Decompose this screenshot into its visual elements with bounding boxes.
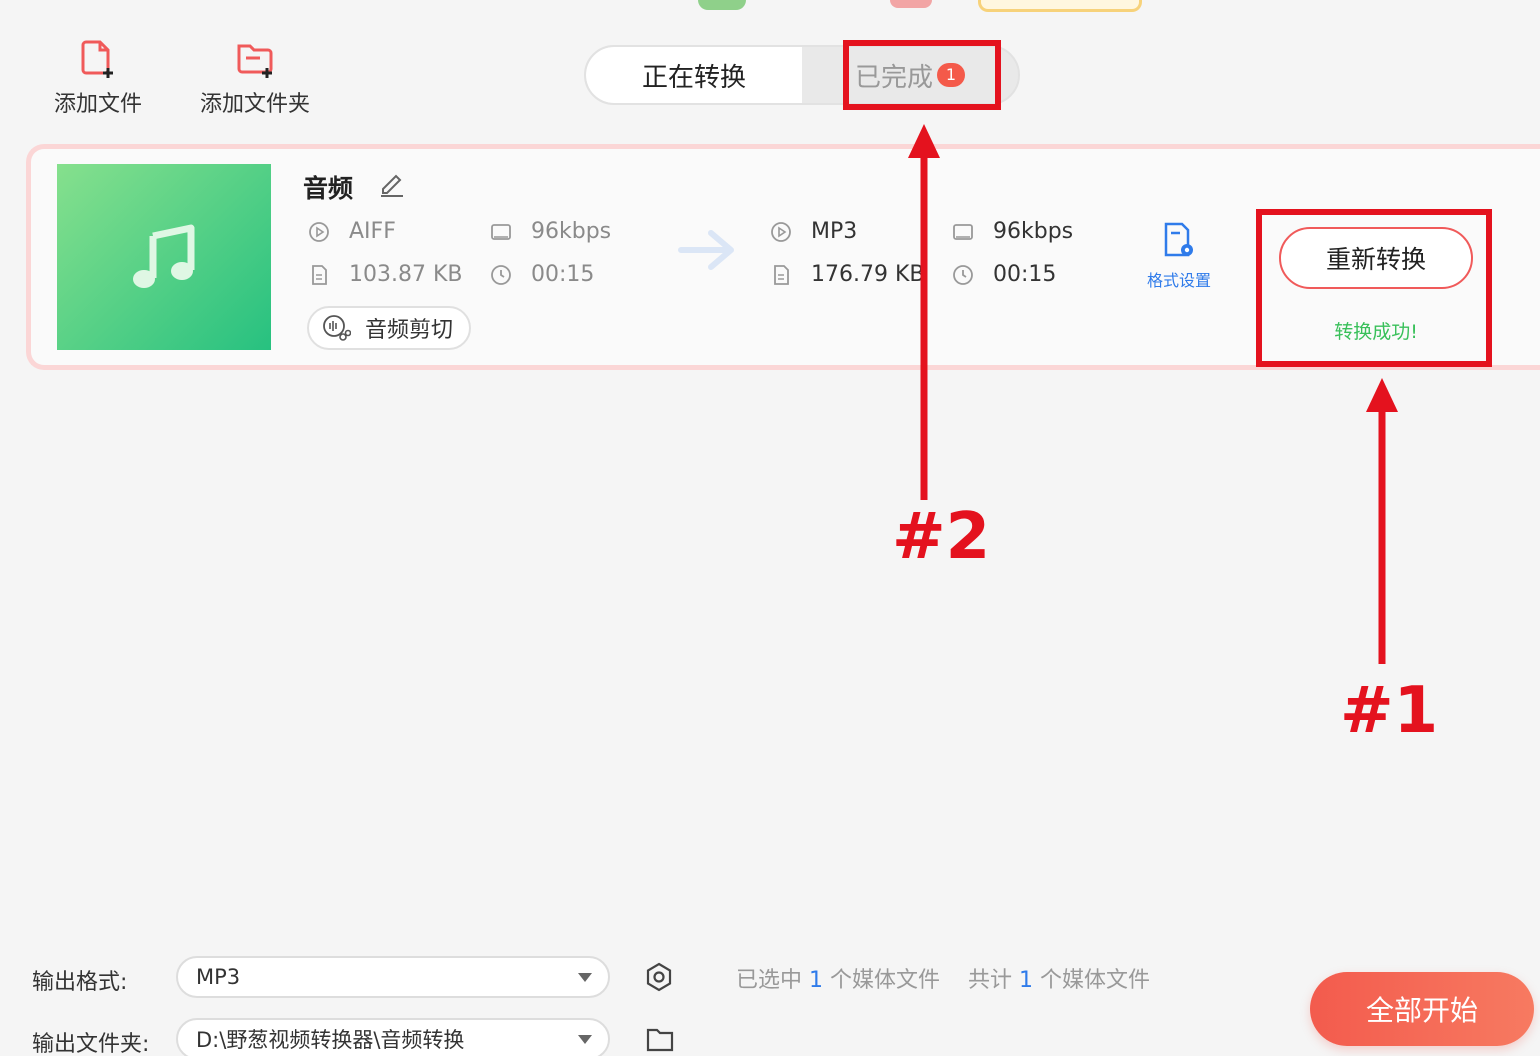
selected-count: 1 [809, 968, 824, 993]
output-folder-label: 输出文件夹: [32, 1032, 150, 1056]
output-format-label: 输出格式: [32, 970, 128, 995]
folder-icon [646, 1028, 674, 1052]
output-folder-select[interactable]: D:\野葱视频转换器\音频转换 [176, 1018, 610, 1056]
format-settings-gear-button[interactable] [644, 962, 674, 996]
total-prefix: 共计 [968, 968, 1013, 993]
output-format-value: MP3 [196, 965, 241, 989]
gear-icon [646, 962, 672, 992]
selected-suffix: 个媒体文件 [830, 968, 941, 993]
annotation-label-1: #1 [1340, 674, 1439, 748]
open-folder-button[interactable] [646, 1026, 674, 1056]
annotation-arrows [908, 124, 1398, 664]
total-suffix: 个媒体文件 [1040, 968, 1151, 993]
chevron-down-icon [578, 1035, 592, 1044]
output-format-select[interactable]: MP3 [176, 956, 610, 998]
output-folder-value: D:\野葱视频转换器\音频转换 [196, 1028, 465, 1052]
selection-status: 已选中 1 个媒体文件 共计 1 个媒体文件 [736, 962, 1150, 994]
annotation-label-2: #2 [892, 500, 991, 574]
selected-prefix: 已选中 [736, 968, 803, 993]
start-all-button[interactable]: 全部开始 [1310, 972, 1534, 1046]
annotation-arrow-1 [1366, 378, 1398, 664]
total-count: 1 [1019, 968, 1034, 993]
annotation-arrow-2 [908, 124, 940, 500]
chevron-down-icon [578, 973, 592, 982]
